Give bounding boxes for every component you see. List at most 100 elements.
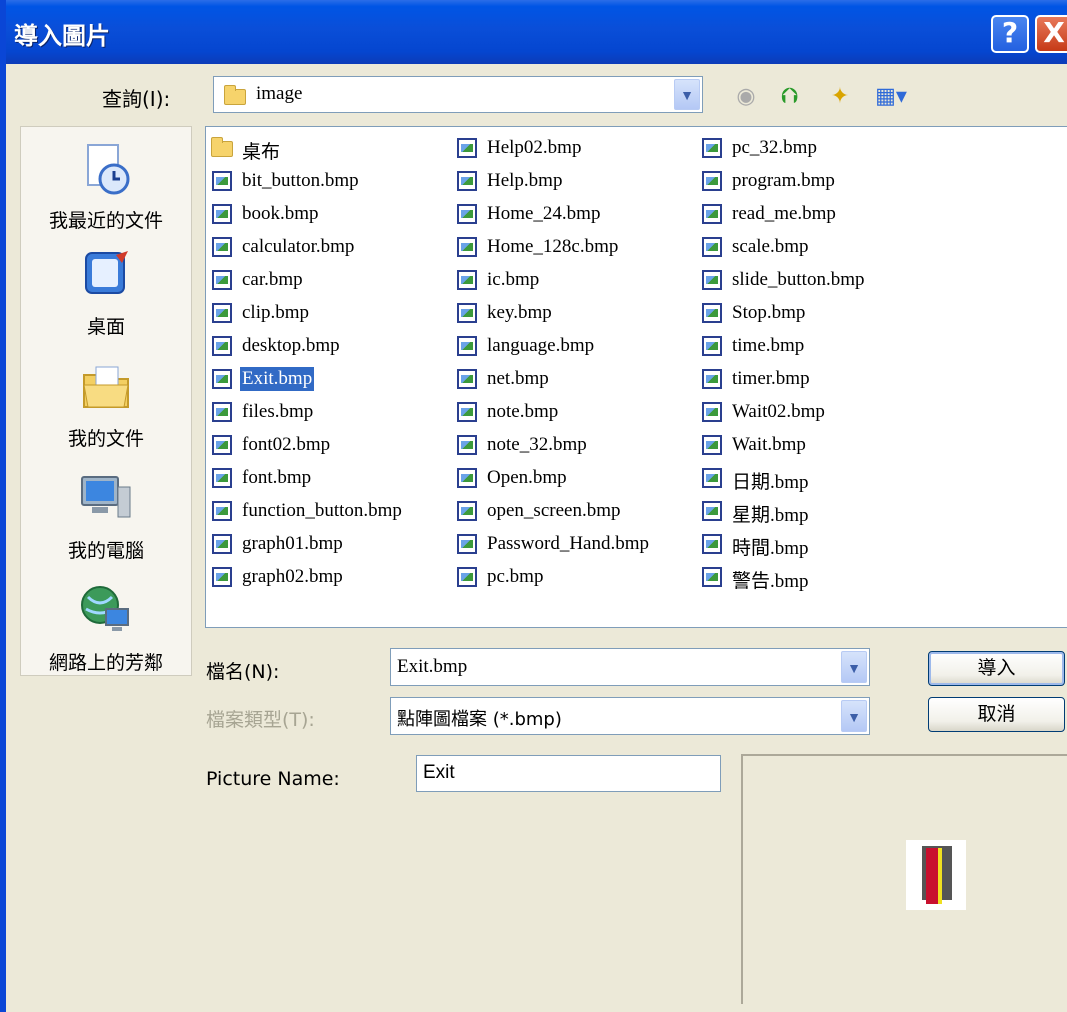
up-folder-icon[interactable]: ⮉	[776, 82, 804, 110]
place-desktop[interactable]: 桌面	[21, 247, 191, 339]
file-item-label: open_screen.bmp	[487, 500, 621, 521]
file-item-label: Password_Hand.bmp	[487, 533, 650, 554]
place-label: 網路上的芳鄰	[48, 652, 163, 674]
bitmap-file-icon	[702, 435, 722, 455]
my-computer-icon	[81, 476, 131, 518]
chevron-down-icon[interactable]: ▼	[841, 700, 867, 732]
place-label: 桌面	[86, 316, 125, 338]
file-item-label: car.bmp	[242, 269, 303, 290]
bitmap-file-icon	[457, 567, 477, 587]
place-network[interactable]: 網路上的芳鄰	[21, 583, 191, 675]
file-name-value: Exit.bmp	[397, 656, 468, 677]
bitmap-file-icon	[212, 468, 232, 488]
close-button[interactable]: X	[1035, 15, 1067, 53]
bitmap-file-icon	[702, 468, 722, 488]
folder-icon	[224, 85, 246, 105]
file-item-label: desktop.bmp	[242, 335, 340, 356]
bitmap-file-icon	[212, 303, 232, 323]
file-item-label: ic.bmp	[487, 269, 540, 290]
file-item-label: Help02.bmp	[487, 137, 582, 158]
file-item-label: slide_button.bmp	[732, 269, 865, 290]
bitmap-file-icon	[702, 501, 722, 521]
bitmap-file-icon	[702, 171, 722, 191]
bitmap-file-icon	[212, 567, 232, 587]
new-folder-icon[interactable]: ✦	[826, 82, 854, 110]
bitmap-file-icon	[702, 369, 722, 389]
chevron-down-icon[interactable]: ▼	[841, 651, 867, 683]
place-my-computer[interactable]: 我的電腦	[21, 471, 191, 563]
bitmap-file-icon	[457, 435, 477, 455]
places-bar: 我最近的文件 桌面 我的文件 我的電腦 網路上的芳鄰	[20, 126, 192, 676]
file-item-label: program.bmp	[732, 170, 835, 191]
bitmap-file-icon	[212, 369, 232, 389]
bitmap-file-icon	[702, 402, 722, 422]
view-menu-icon[interactable]: ▦▾	[871, 82, 911, 110]
desktop-icon	[85, 251, 128, 294]
import-button[interactable]: 導入	[928, 651, 1065, 686]
file-item-label: 桌布	[242, 142, 281, 163]
bitmap-file-icon	[212, 336, 232, 356]
bitmap-file-icon	[212, 402, 232, 422]
look-in-label: 查詢(I):	[102, 87, 171, 111]
file-item-label: 日期.bmp	[732, 472, 809, 493]
network-places-icon	[81, 586, 129, 631]
file-item-label: Open.bmp	[487, 467, 567, 488]
file-item-label: files.bmp	[242, 401, 314, 422]
back-icon[interactable]: ◉	[732, 82, 760, 110]
file-item-label: note_32.bmp	[487, 434, 587, 455]
help-button[interactable]: ?	[991, 15, 1029, 53]
file-item-label: key.bmp	[487, 302, 552, 323]
file-item-label: Wait02.bmp	[732, 401, 825, 422]
file-item-label: time.bmp	[732, 335, 805, 356]
bitmap-file-icon	[457, 270, 477, 290]
file-item-label: function_button.bmp	[242, 500, 402, 521]
my-documents-icon	[83, 366, 129, 408]
file-item-label: Home_24.bmp	[487, 203, 601, 224]
file-item-label: Stop.bmp	[732, 302, 806, 323]
picture-preview	[741, 754, 1067, 1004]
cancel-button[interactable]: 取消	[928, 697, 1065, 732]
file-item-label: clip.bmp	[242, 302, 310, 323]
bitmap-file-icon	[457, 369, 477, 389]
file-item-label: 星期.bmp	[732, 505, 809, 526]
file-name-label: 檔名(N):	[206, 661, 280, 683]
file-item-label: 時間.bmp	[732, 538, 809, 559]
bitmap-file-icon	[212, 501, 232, 521]
picture-name-input[interactable]: Exit	[416, 755, 721, 792]
file-item-label: pc.bmp	[487, 566, 544, 587]
bitmap-file-icon	[457, 501, 477, 521]
bitmap-file-icon	[702, 270, 722, 290]
look-in-combo[interactable]: image ▼	[213, 76, 703, 113]
bitmap-file-icon	[212, 237, 232, 257]
file-item-label: bit_button.bmp	[242, 170, 359, 191]
file-item-label: read_me.bmp	[732, 203, 836, 224]
bitmap-file-icon	[457, 468, 477, 488]
file-name-combo[interactable]: Exit.bmp ▼	[390, 648, 870, 686]
dialog-title: 導入圖片	[14, 22, 110, 50]
file-item-label: net.bmp	[487, 368, 549, 389]
place-label: 我的文件	[67, 428, 144, 450]
file-item-label: graph02.bmp	[242, 566, 343, 587]
file-item-label: pc_32.bmp	[732, 137, 817, 158]
file-type-value: 點陣圖檔案 (*.bmp)	[397, 709, 562, 730]
file-item-label: book.bmp	[242, 203, 319, 224]
bitmap-file-icon	[212, 435, 232, 455]
bitmap-file-icon	[457, 534, 477, 554]
bitmap-file-icon	[212, 270, 232, 290]
import-picture-dialog: 導入圖片 ? X 查詢(I): image ▼ ◉ ⮉ ✦ ▦▾ 我最近的文件 …	[0, 0, 1067, 1012]
chevron-down-icon[interactable]: ▼	[674, 79, 700, 110]
file-item-label: Help.bmp	[487, 170, 563, 191]
bitmap-file-icon	[702, 534, 722, 554]
file-item-label: scale.bmp	[732, 236, 809, 257]
bitmap-file-icon	[212, 204, 232, 224]
title-bar[interactable]: 導入圖片 ? X	[6, 0, 1067, 64]
place-my-documents[interactable]: 我的文件	[21, 359, 191, 451]
bitmap-file-icon	[702, 303, 722, 323]
place-recent[interactable]: 我最近的文件	[21, 141, 191, 233]
file-list[interactable]: 桌布 bit_button.bmp book.bmp calculator.bmp ca…	[205, 126, 1067, 628]
picture-name-label: Picture Name:	[206, 768, 340, 790]
file-item-label: language.bmp	[487, 335, 595, 356]
file-type-combo[interactable]: 點陣圖檔案 (*.bmp) ▼	[390, 697, 870, 735]
bitmap-file-icon	[457, 171, 477, 191]
bitmap-file-icon	[702, 204, 722, 224]
